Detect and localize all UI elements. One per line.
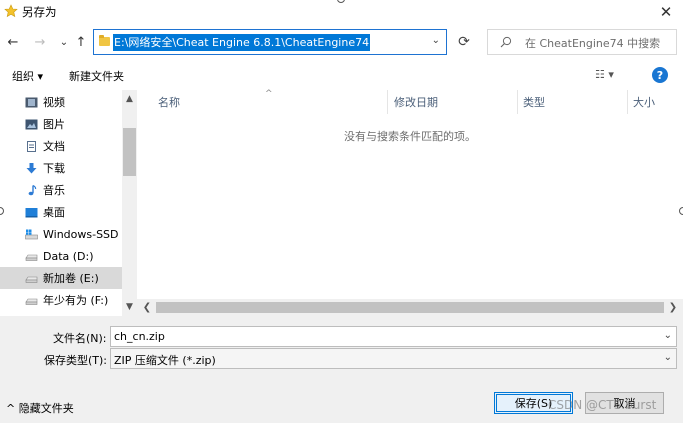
filename-label: 文件名(N): (53, 332, 107, 345)
sidebar-item-label: 新加卷 (E:) (43, 272, 99, 285)
new-folder-button[interactable]: 新建文件夹 (69, 68, 124, 84)
sidebar-item-documents[interactable]: 文档 (0, 135, 122, 157)
save-form: 文件名(N): ch_cn.zip ⌄ 保存类型(T): ZIP 压缩文件 (*… (0, 316, 683, 423)
close-button[interactable]: ✕ (649, 0, 683, 24)
window-title: 另存为 (22, 5, 57, 19)
sidebar-item-pictures[interactable]: 图片 (0, 113, 122, 135)
sidebar-item-videos[interactable]: 视频 (0, 91, 122, 113)
hide-folders-toggle[interactable]: ^ 隐藏文件夹 (6, 400, 74, 416)
scroll-up-icon[interactable]: ▲ (122, 92, 137, 106)
chevron-down-icon[interactable]: ⌄ (664, 330, 672, 341)
sidebar-item-new-volume-e[interactable]: 新加卷 (E:) (0, 267, 122, 289)
title-bar: 另存为 ✕ (0, 0, 683, 24)
sidebar-item-downloads[interactable]: 下载 (0, 157, 122, 179)
column-divider[interactable] (387, 90, 388, 114)
drive-icon (25, 276, 38, 283)
folder-icon (99, 35, 110, 46)
sort-ascending-icon: ^ (265, 89, 273, 99)
sidebar-item-label: Windows-SSD ( (43, 227, 127, 241)
navigation-scrollbar[interactable]: ▲ ▼ (122, 90, 137, 316)
sidebar-item-music[interactable]: 音乐 (0, 179, 122, 201)
forward-button[interactable]: → (32, 34, 48, 50)
view-options-button[interactable]: ☷ ▾ (595, 68, 614, 81)
sidebar-item-desktop[interactable]: 桌面 (0, 201, 122, 223)
sidebar-item-label: 视频 (43, 96, 65, 109)
column-header-modified[interactable]: 修改日期 (394, 90, 438, 114)
recent-locations-button[interactable]: ⌄ (56, 34, 72, 50)
documents-icon (27, 140, 36, 152)
column-divider[interactable] (627, 90, 628, 114)
file-list: ^ 名称 修改日期 类型 大小 没有与搜索条件匹配的项。 (137, 89, 683, 316)
address-bar[interactable]: E:\网络安全\Cheat Engine 6.8.1\CheatEngine74… (93, 29, 447, 55)
pictures-icon (25, 119, 38, 129)
sidebar-item-label: 音乐 (43, 184, 65, 197)
music-icon (28, 184, 37, 195)
sidebar-item-label: Data (D:) (43, 249, 94, 263)
watermark: CSDN @CTS.burst (548, 398, 657, 412)
search-input[interactable]: 在 CheatEngine74 中搜索 (487, 29, 677, 55)
chevron-down-icon[interactable]: ⌄ (664, 352, 672, 363)
resize-handle[interactable] (679, 207, 683, 215)
refresh-button[interactable]: ⟳ (453, 32, 475, 52)
navigation-bar: ← → ⌄ ↑ E:\网络安全\Cheat Engine 6.8.1\Cheat… (0, 26, 683, 60)
sidebar-item-label: 桌面 (43, 206, 65, 219)
search-placeholder: 在 CheatEngine74 中搜索 (525, 37, 661, 50)
sidebar-item-label: 下载 (43, 162, 65, 175)
scroll-down-icon[interactable]: ▼ (122, 300, 137, 314)
command-bar: 组织 ▾ 新建文件夹 ☷ ▾ ? (0, 62, 683, 90)
chevron-down-icon[interactable]: ⌄ (432, 35, 440, 46)
sidebar-item-label: 年少有为 (F:) (43, 294, 109, 307)
navigation-pane: 视频 图片 文档 下载 音乐 桌面 Windows-SSD ( Data (D:… (0, 90, 137, 316)
sidebar-item-f-drive[interactable]: 年少有为 (F:) (0, 289, 122, 311)
empty-results-message: 没有与搜索条件匹配的项。 (344, 130, 476, 143)
file-list-horizontal-scrollbar[interactable]: ❮ ❯ (137, 299, 683, 316)
star-folder-icon (4, 4, 18, 18)
sidebar-item-label: 文档 (43, 140, 65, 153)
desktop-icon (25, 207, 38, 217)
sidebar-item-data-d[interactable]: Data (D:) (0, 245, 122, 267)
windows-drive-icon (25, 229, 38, 239)
column-header-type[interactable]: 类型 (523, 90, 545, 114)
back-button[interactable]: ← (5, 34, 21, 50)
scroll-left-icon[interactable]: ❮ (140, 300, 154, 315)
sidebar-item-label: 图片 (43, 118, 65, 131)
column-header-name[interactable]: 名称 (158, 90, 180, 114)
scrollbar-thumb[interactable] (123, 128, 136, 176)
up-button[interactable]: ↑ (73, 34, 89, 50)
search-icon (500, 36, 512, 48)
filename-field[interactable]: ch_cn.zip ⌄ (110, 326, 677, 347)
column-divider[interactable] (517, 90, 518, 114)
drive-icon (25, 298, 38, 305)
filetype-select[interactable]: ZIP 压缩文件 (*.zip) ⌄ (110, 348, 677, 369)
filename-value[interactable]: ch_cn.zip (114, 330, 165, 343)
address-path[interactable]: E:\网络安全\Cheat Engine 6.8.1\CheatEngine74 (113, 34, 371, 51)
sidebar-item-windows-ssd[interactable]: Windows-SSD ( (0, 223, 126, 245)
filetype-label: 保存类型(T): (44, 354, 108, 367)
filetype-value: ZIP 压缩文件 (*.zip) (114, 354, 216, 367)
scrollbar-thumb[interactable] (156, 302, 664, 313)
scroll-right-icon[interactable]: ❯ (666, 300, 680, 315)
download-icon (26, 162, 37, 173)
help-icon[interactable]: ? (652, 67, 668, 83)
video-icon (25, 97, 38, 107)
organize-menu[interactable]: 组织 ▾ (12, 68, 43, 84)
column-header-size[interactable]: 大小 (633, 90, 655, 114)
drive-icon (25, 254, 38, 261)
